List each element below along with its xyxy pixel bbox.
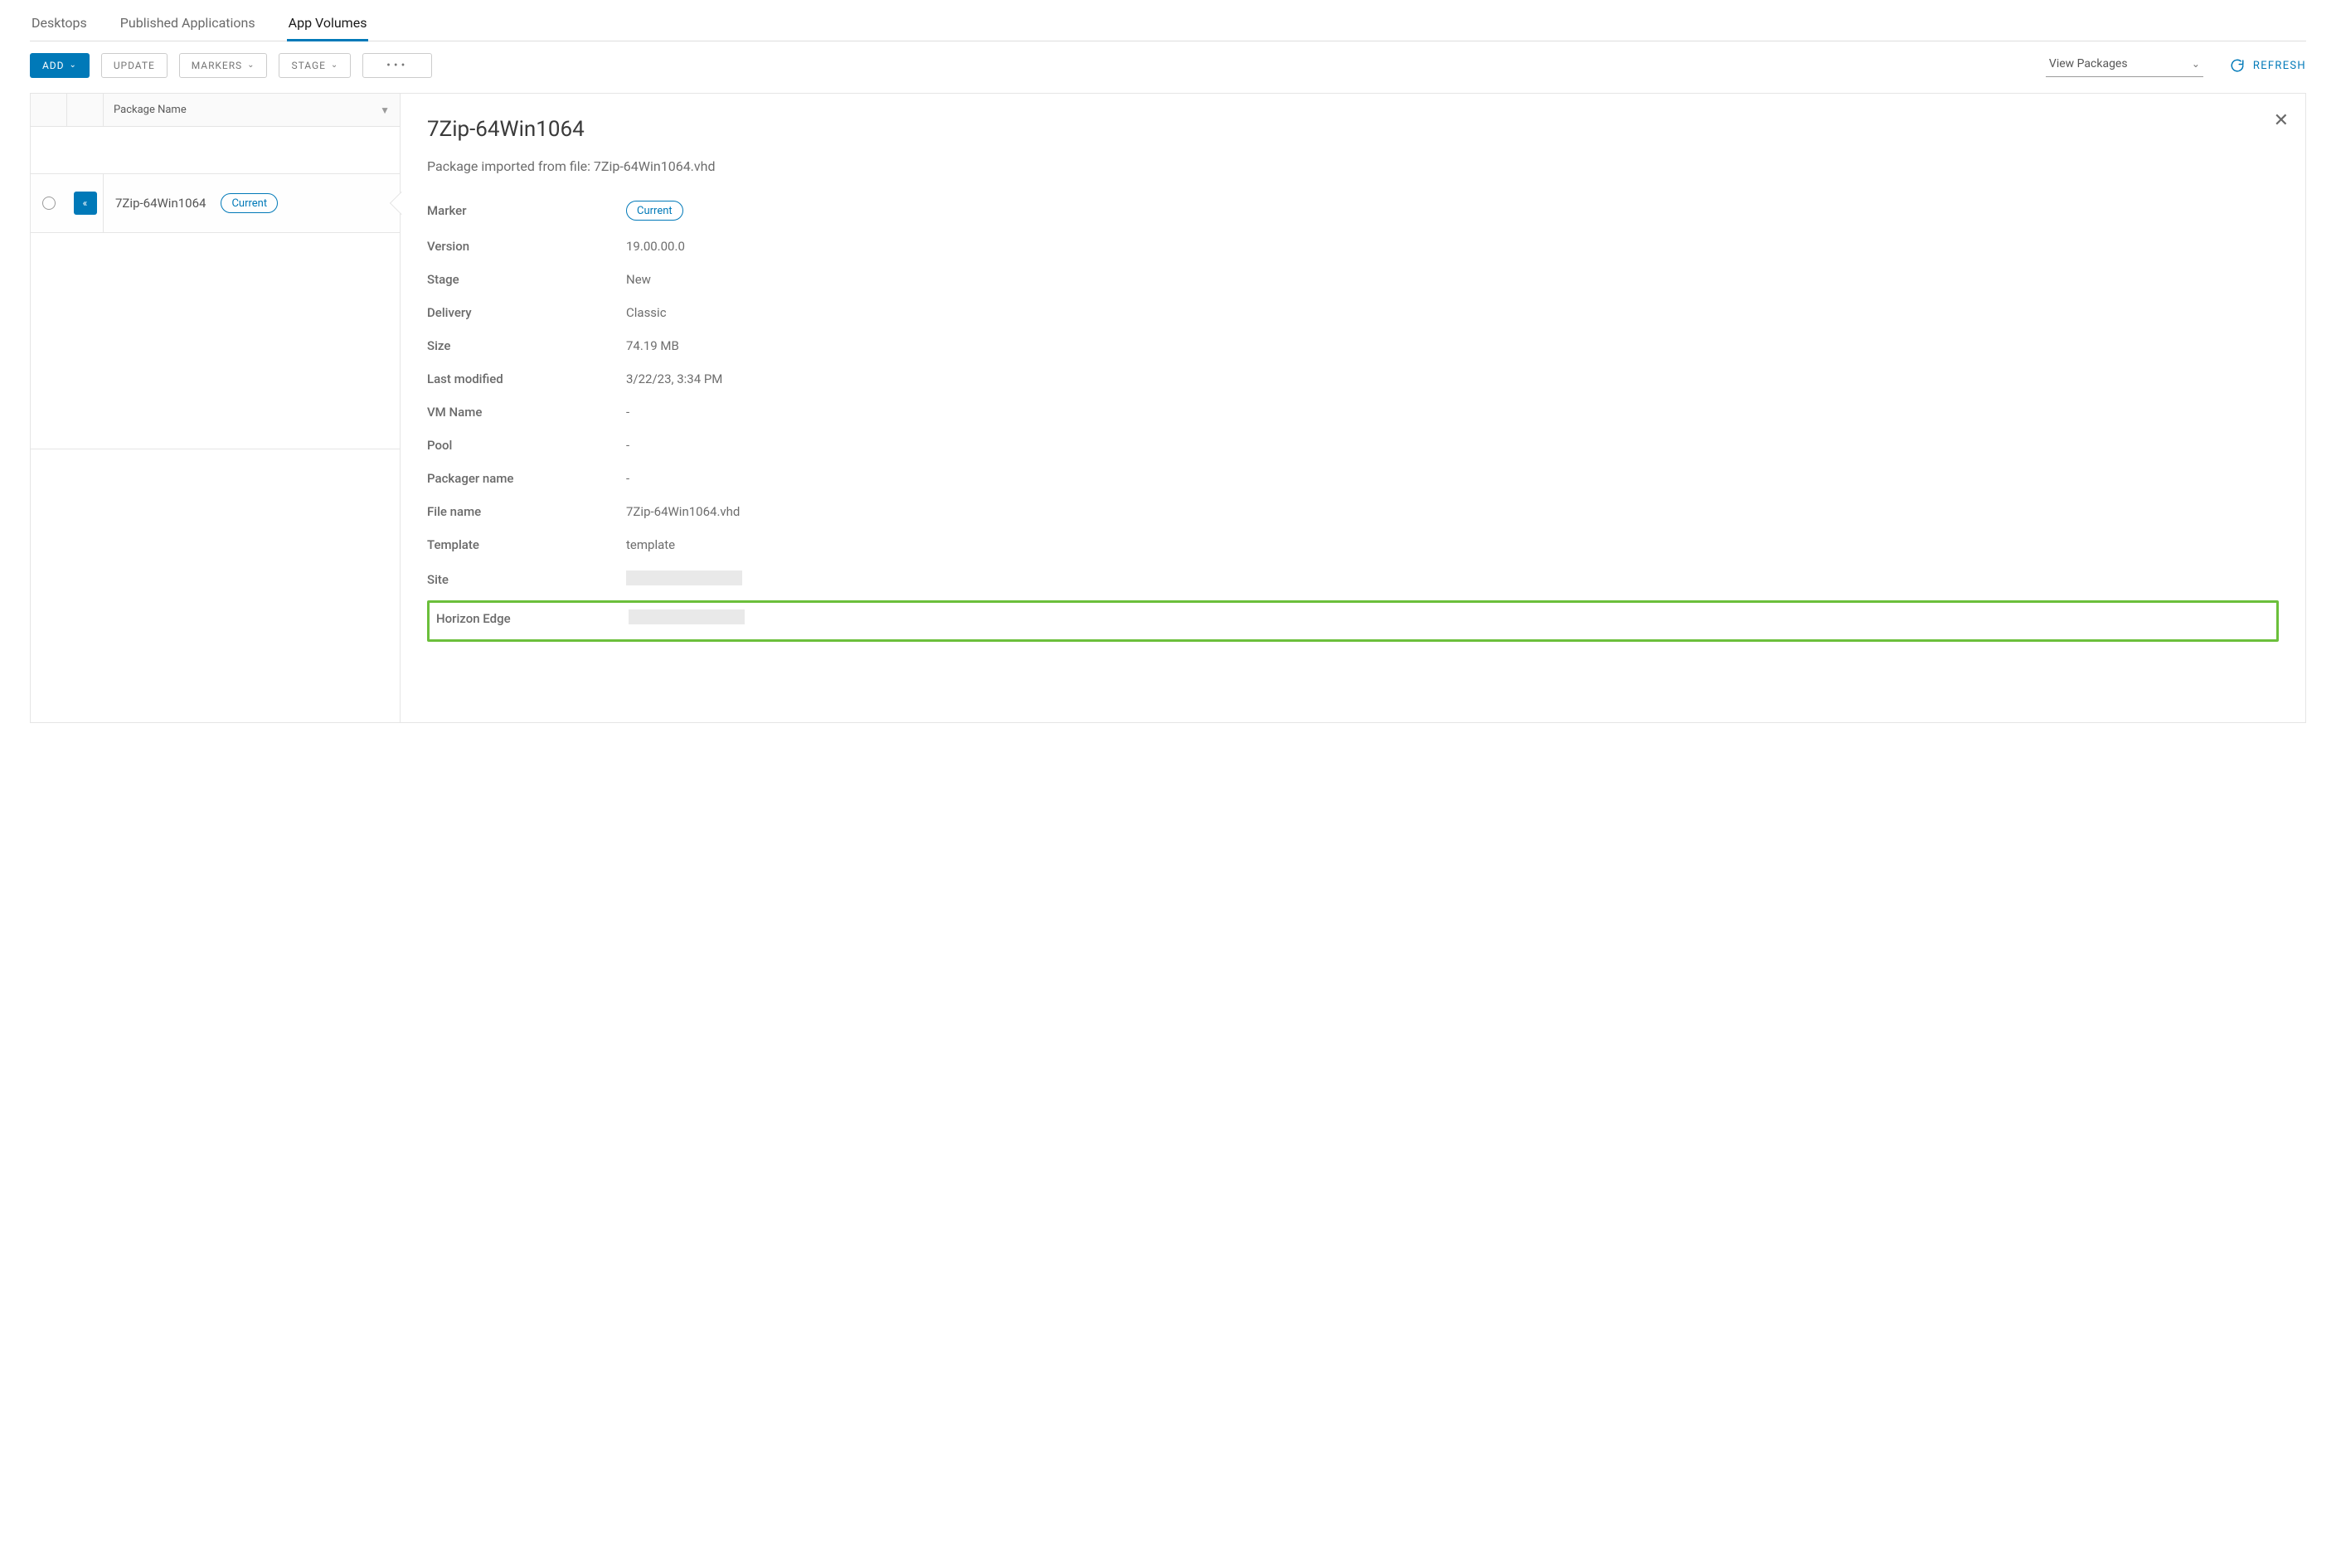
field-label-version: Version	[427, 239, 626, 254]
header-check-cell	[31, 94, 67, 126]
radio-icon[interactable]	[42, 197, 56, 210]
detail-title: 7Zip-64Win1064	[427, 117, 2279, 142]
refresh-label: REFRESH	[2253, 60, 2306, 72]
field-label-stage: Stage	[427, 272, 626, 287]
update-button[interactable]: UPDATE	[101, 53, 168, 78]
stage-button-label: STAGE	[291, 60, 325, 71]
field-label-delivery: Delivery	[427, 305, 626, 320]
field-label-filename: File name	[427, 504, 626, 519]
stage-button[interactable]: STAGE ⌄	[279, 53, 351, 78]
highlighted-row-horizon-edge: Horizon Edge	[427, 600, 2279, 642]
more-actions-button[interactable]: •••	[362, 53, 432, 78]
field-label-horizon-edge: Horizon Edge	[436, 611, 629, 626]
field-value-lastmod: 3/22/23, 3:34 PM	[626, 371, 2279, 386]
row-collapse-cell[interactable]: «	[67, 174, 104, 232]
row-package-name: 7Zip-64Win1064	[115, 196, 206, 211]
redacted-block	[626, 570, 742, 585]
field-value-template: template	[626, 537, 2279, 552]
field-label-lastmod: Last modified	[427, 371, 626, 386]
view-select[interactable]: View Packages ⌄	[2046, 54, 2203, 77]
field-value-delivery: Classic	[626, 305, 2279, 320]
package-list: Package Name ▼ « 7Zip-64Win1064 Current	[31, 94, 401, 722]
header-package-name-label: Package Name	[114, 104, 187, 116]
marker-badge: Current	[626, 201, 683, 221]
field-value-size: 74.19 MB	[626, 338, 2279, 353]
list-header: Package Name ▼	[31, 94, 400, 127]
filter-icon[interactable]: ▼	[380, 104, 390, 116]
marker-badge: Current	[221, 193, 278, 213]
field-label-template: Template	[427, 537, 626, 552]
header-package-name[interactable]: Package Name ▼	[104, 94, 400, 126]
chevron-down-icon: ⌄	[69, 61, 76, 70]
chevron-down-icon: ⌄	[331, 61, 338, 70]
refresh-icon	[2230, 58, 2245, 73]
header-spacer-cell	[67, 94, 104, 126]
detail-fields: Marker Current Version 19.00.00.0 Stage …	[427, 201, 2279, 642]
tab-published-applications[interactable]: Published Applications	[119, 8, 257, 41]
refresh-button[interactable]: REFRESH	[2230, 58, 2306, 73]
detail-subtitle: Package imported from file: 7Zip-64Win10…	[427, 158, 2279, 174]
field-label-size: Size	[427, 338, 626, 353]
field-label-marker: Marker	[427, 203, 626, 218]
redacted-block	[629, 609, 745, 624]
collapse-left-icon[interactable]: «	[74, 192, 97, 215]
field-value-site	[626, 570, 2279, 589]
update-button-label: UPDATE	[114, 60, 155, 71]
tab-desktops[interactable]: Desktops	[30, 8, 89, 41]
list-item[interactable]: « 7Zip-64Win1064 Current	[31, 173, 400, 233]
field-label-packager: Packager name	[427, 471, 626, 486]
toolbar: ADD ⌄ UPDATE MARKERS ⌄ STAGE ⌄ ••• View …	[30, 41, 2306, 90]
view-select-label: View Packages	[2049, 57, 2128, 70]
markers-button[interactable]: MARKERS ⌄	[179, 53, 268, 78]
list-spacer-row	[31, 127, 400, 173]
add-button-label: ADD	[42, 60, 64, 71]
field-label-vmname: VM Name	[427, 405, 626, 420]
field-value-vmname: -	[626, 405, 2279, 420]
field-value-version: 19.00.00.0	[626, 239, 2279, 254]
tab-bar: Desktops Published Applications App Volu…	[30, 0, 2306, 41]
markers-button-label: MARKERS	[192, 60, 242, 71]
field-value-stage: New	[626, 272, 2279, 287]
tab-app-volumes[interactable]: App Volumes	[287, 8, 369, 41]
field-value-pool: -	[626, 438, 2279, 453]
close-icon[interactable]: ✕	[2274, 110, 2289, 131]
chevron-down-icon: ⌄	[247, 61, 255, 70]
field-value-packager: -	[626, 471, 2279, 486]
chevron-down-icon: ⌄	[2192, 58, 2200, 70]
field-value-horizon-edge	[629, 609, 2270, 628]
field-label-site: Site	[427, 572, 626, 587]
field-label-pool: Pool	[427, 438, 626, 453]
detail-panel: ✕ 7Zip-64Win1064 Package imported from f…	[401, 94, 2305, 722]
field-value-marker: Current	[626, 201, 2279, 221]
ellipsis-icon: •••	[386, 59, 408, 72]
add-button[interactable]: ADD ⌄	[30, 53, 90, 78]
row-select-cell[interactable]	[31, 197, 67, 210]
content-area: Package Name ▼ « 7Zip-64Win1064 Current	[30, 93, 2306, 723]
field-value-filename: 7Zip-64Win1064.vhd	[626, 504, 2279, 519]
